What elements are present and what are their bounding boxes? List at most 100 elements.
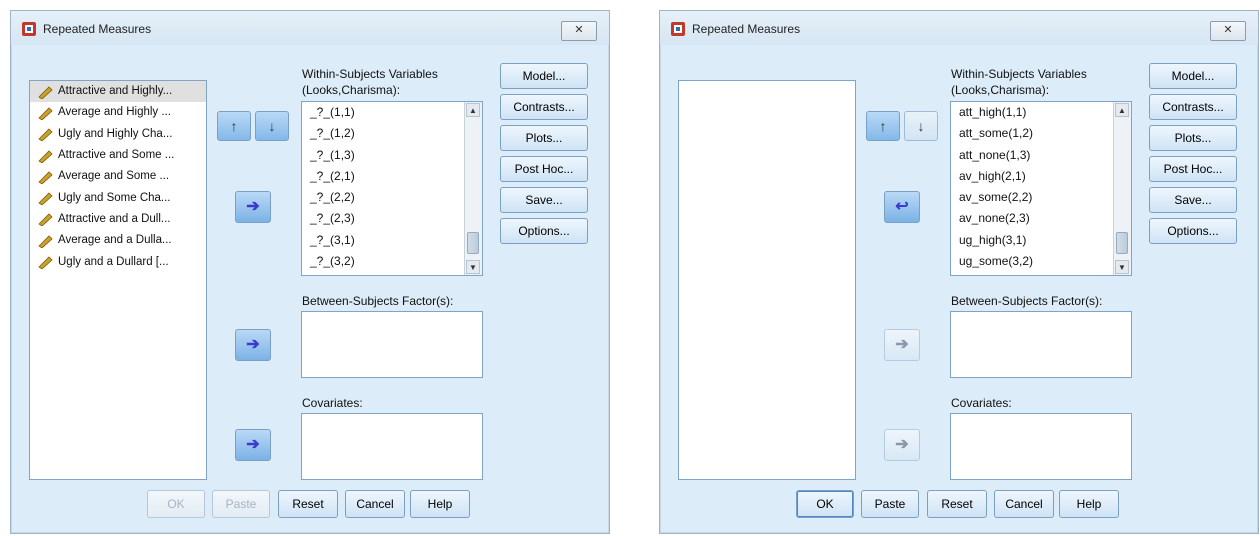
cancel-button[interactable]: Cancel (345, 490, 405, 518)
list-item[interactable]: _?_(1,2) (302, 123, 482, 144)
between-subjects-list[interactable] (301, 311, 483, 378)
list-item[interactable]: ug_high(3,1) (951, 230, 1131, 251)
arrow-down-icon: ↓ (268, 118, 276, 134)
move-down-button[interactable]: ↓ (255, 111, 289, 141)
list-item[interactable]: att_high(1,1) (951, 102, 1131, 123)
dialog-title: Repeated Measures (43, 22, 152, 36)
options-button[interactable]: Options... (1149, 218, 1237, 244)
model-button[interactable]: Model... (500, 63, 588, 89)
list-item[interactable]: _?_(1,1) (302, 102, 482, 123)
list-item[interactable]: ug_some(3,2) (951, 251, 1131, 272)
between-subjects-list[interactable] (950, 311, 1132, 378)
move-to-within-button[interactable]: ➔ (235, 191, 271, 223)
reset-button[interactable]: Reset (927, 490, 987, 518)
list-item[interactable]: av_none(2,3) (951, 208, 1131, 229)
reset-button[interactable]: Reset (278, 490, 338, 518)
move-to-between-button[interactable]: ➔ (884, 329, 920, 361)
scale-variable-icon (38, 256, 53, 270)
help-button[interactable]: Help (1059, 490, 1119, 518)
title-bar: Repeated Measures ✕ (11, 11, 609, 45)
close-button[interactable]: ✕ (561, 21, 597, 41)
list-item[interactable]: _?_(2,2) (302, 187, 482, 208)
arrow-up-icon: ↑ (879, 118, 887, 134)
post-hoc-button[interactable]: Post Hoc... (500, 156, 588, 182)
options-button[interactable]: Options... (500, 218, 588, 244)
scroll-down-icon[interactable]: ▼ (466, 260, 480, 274)
covariates-list[interactable] (950, 413, 1132, 480)
scale-variable-icon (38, 107, 53, 120)
list-item[interactable]: Ugly and Highly Cha... (30, 124, 206, 145)
covariates-label: Covariates: (302, 396, 363, 410)
arrow-right-icon: ➔ (246, 336, 260, 353)
within-subjects-label: Within-Subjects Variables (951, 67, 1087, 81)
list-item[interactable]: Attractive and Highly... (30, 81, 206, 103)
list-item[interactable]: _?_(2,1) (302, 166, 482, 187)
move-to-covariates-button[interactable]: ➔ (235, 429, 271, 461)
list-item[interactable]: Average and a Dulla... (30, 230, 206, 251)
repeated-measures-dialog-right: Repeated Measures ✕ ↑ ↓ ↩ ➔ ➔ Within-Sub… (659, 10, 1259, 534)
arrow-up-icon: ↑ (230, 118, 238, 134)
within-subjects-factors-label: (Looks,Charisma): (951, 83, 1050, 97)
list-item[interactable]: _?_(3,2) (302, 251, 482, 272)
cancel-button[interactable]: Cancel (994, 490, 1054, 518)
list-item[interactable]: _?_(2,3) (302, 208, 482, 229)
list-item[interactable]: Attractive and a Dull... (30, 209, 206, 230)
scroll-thumb[interactable] (1116, 232, 1128, 254)
between-subjects-label: Between-Subjects Factor(s): (302, 294, 454, 308)
within-subjects-list[interactable]: _?_(1,1) _?_(1,2) _?_(1,3) _?_(2,1) _?_(… (301, 101, 483, 276)
ok-button[interactable]: OK (147, 490, 205, 518)
save-button[interactable]: Save... (500, 187, 588, 213)
app-icon (671, 22, 685, 36)
vertical-scrollbar[interactable]: ▲ ▼ (464, 102, 482, 275)
close-button[interactable]: ✕ (1210, 21, 1246, 41)
covariates-list[interactable] (301, 413, 483, 480)
list-item[interactable]: av_high(2,1) (951, 166, 1131, 187)
list-item[interactable]: _?_(1,3) (302, 145, 482, 166)
paste-button[interactable]: Paste (212, 490, 270, 518)
arrow-right-icon: ➔ (246, 436, 260, 453)
post-hoc-button[interactable]: Post Hoc... (1149, 156, 1237, 182)
move-up-button[interactable]: ↑ (217, 111, 251, 141)
save-button[interactable]: Save... (1149, 187, 1237, 213)
source-variable-list[interactable]: Attractive and Highly... Average and Hig… (29, 80, 207, 480)
paste-button[interactable]: Paste (861, 490, 919, 518)
move-down-button[interactable]: ↓ (904, 111, 938, 141)
covariates-label: Covariates: (951, 396, 1012, 410)
vertical-scrollbar[interactable]: ▲ ▼ (1113, 102, 1131, 275)
move-to-between-button[interactable]: ➔ (235, 329, 271, 361)
app-icon (22, 22, 36, 36)
list-item[interactable]: att_none(1,3) (951, 145, 1131, 166)
scale-variable-icon (38, 213, 53, 227)
scroll-up-icon[interactable]: ▲ (466, 103, 480, 117)
source-variable-list[interactable] (678, 80, 856, 480)
scroll-down-icon[interactable]: ▼ (1115, 260, 1129, 274)
dialog-title: Repeated Measures (692, 22, 801, 36)
scroll-thumb[interactable] (467, 232, 479, 254)
contrasts-button[interactable]: Contrasts... (1149, 94, 1237, 120)
model-button[interactable]: Model... (1149, 63, 1237, 89)
ok-button[interactable]: OK (796, 490, 854, 518)
scale-variable-icon (38, 171, 53, 184)
within-subjects-list[interactable]: att_high(1,1) att_some(1,2) att_none(1,3… (950, 101, 1132, 276)
help-button[interactable]: Help (410, 490, 470, 518)
list-item[interactable]: _?_(3,1) (302, 230, 482, 251)
move-back-button[interactable]: ↩ (884, 191, 920, 223)
plots-button[interactable]: Plots... (1149, 125, 1237, 151)
scale-variable-icon (38, 149, 53, 163)
arrow-right-icon: ➔ (246, 198, 260, 215)
list-item[interactable]: av_some(2,2) (951, 187, 1131, 208)
scale-variable-icon (38, 235, 53, 248)
move-to-covariates-button[interactable]: ➔ (884, 429, 920, 461)
arrow-down-icon: ↓ (917, 118, 925, 134)
list-item[interactable]: Ugly and a Dullard [... (30, 251, 206, 272)
within-subjects-factors-label: (Looks,Charisma): (302, 83, 401, 97)
move-up-button[interactable]: ↑ (866, 111, 900, 141)
plots-button[interactable]: Plots... (500, 125, 588, 151)
list-item[interactable]: Average and Highly ... (30, 102, 206, 123)
list-item[interactable]: Attractive and Some ... (30, 145, 206, 166)
contrasts-button[interactable]: Contrasts... (500, 94, 588, 120)
list-item[interactable]: Average and Some ... (30, 166, 206, 187)
list-item[interactable]: Ugly and Some Cha... (30, 187, 206, 208)
list-item[interactable]: att_some(1,2) (951, 123, 1131, 144)
scroll-up-icon[interactable]: ▲ (1115, 103, 1129, 117)
